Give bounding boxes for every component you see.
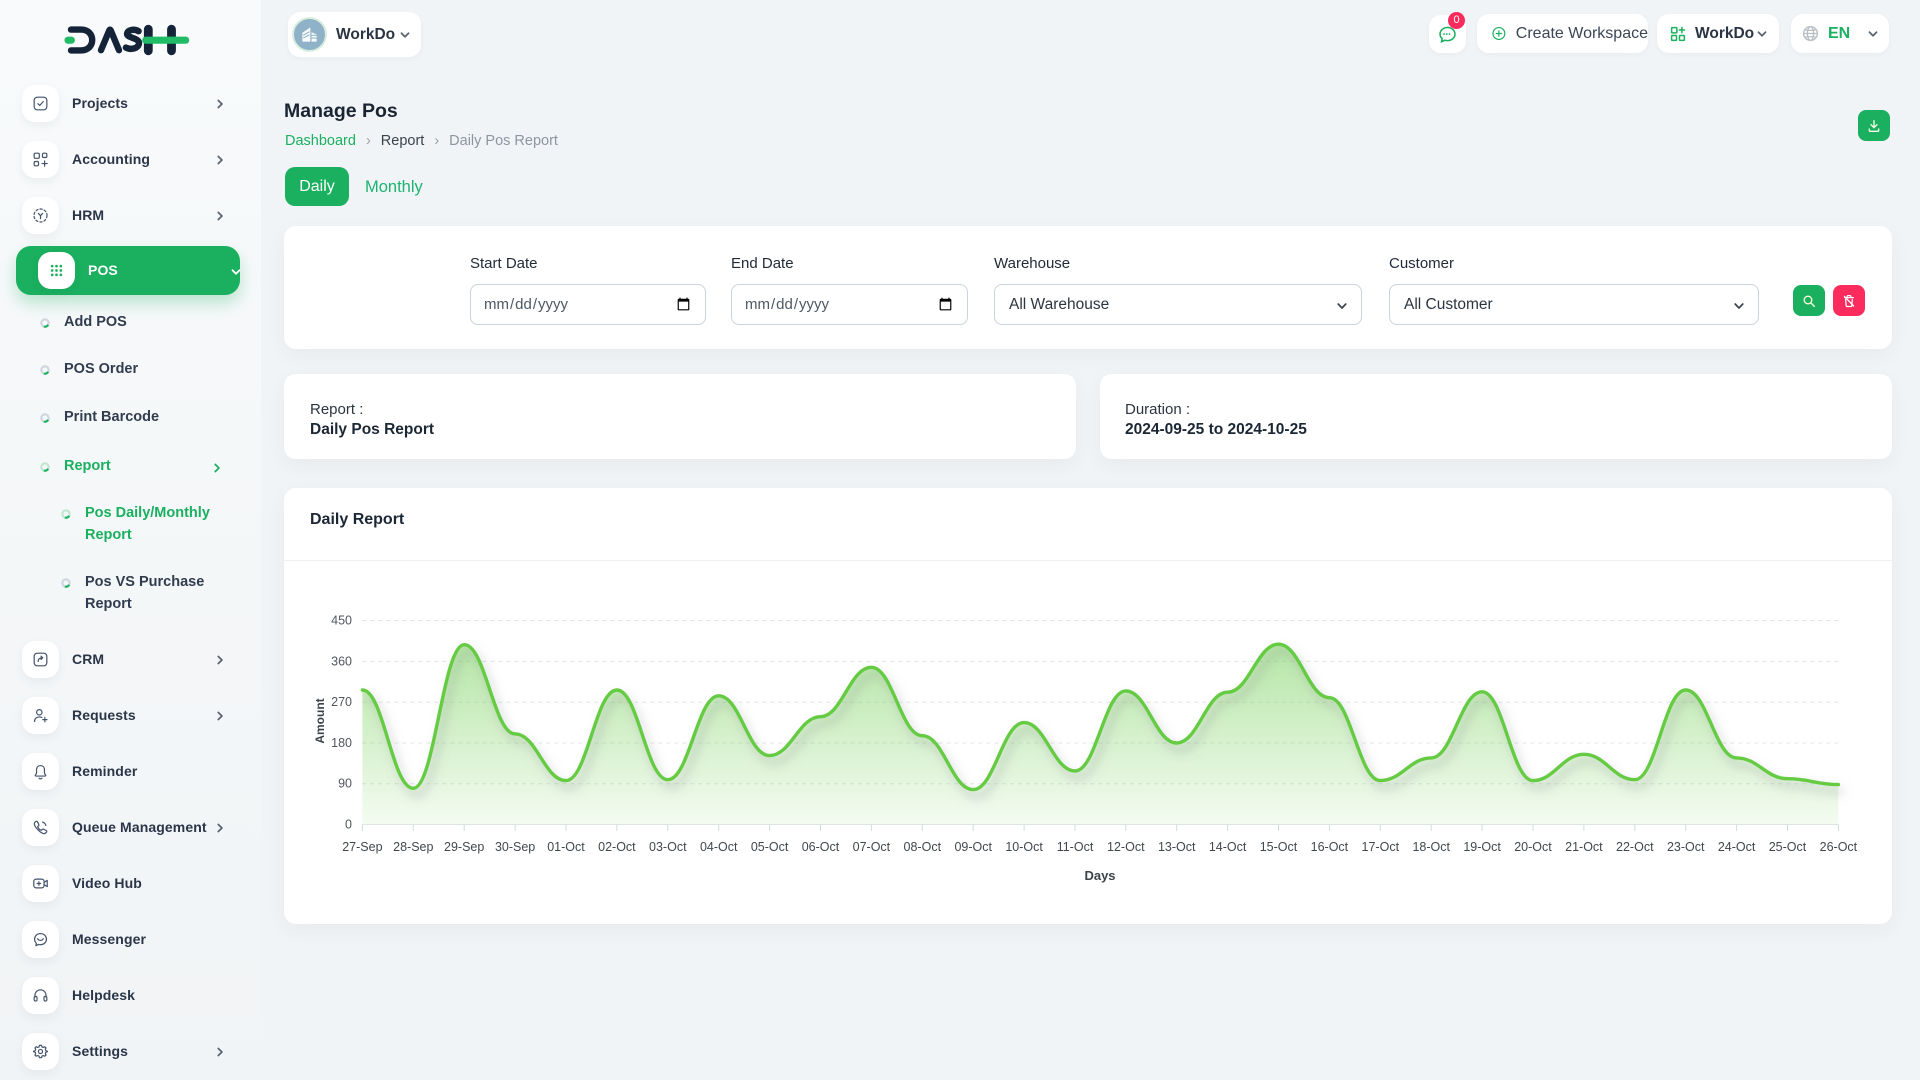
svg-text:01-Oct: 01-Oct — [547, 840, 585, 854]
svg-text:12-Oct: 12-Oct — [1107, 840, 1145, 854]
svg-text:17-Oct: 17-Oct — [1362, 840, 1400, 854]
svg-text:19-Oct: 19-Oct — [1463, 840, 1501, 854]
svg-text:180: 180 — [331, 736, 352, 750]
svg-text:27-Sep: 27-Sep — [342, 840, 382, 854]
svg-text:13-Oct: 13-Oct — [1158, 840, 1196, 854]
svg-text:22-Oct: 22-Oct — [1616, 840, 1654, 854]
svg-text:21-Oct: 21-Oct — [1565, 840, 1603, 854]
svg-text:270: 270 — [331, 695, 352, 709]
svg-text:11-Oct: 11-Oct — [1057, 840, 1094, 854]
svg-text:03-Oct: 03-Oct — [649, 840, 687, 854]
svg-text:24-Oct: 24-Oct — [1718, 840, 1756, 854]
svg-text:450: 450 — [331, 614, 352, 628]
svg-text:25-Oct: 25-Oct — [1769, 840, 1807, 854]
svg-text:16-Oct: 16-Oct — [1311, 840, 1349, 854]
svg-text:360: 360 — [331, 654, 352, 668]
svg-text:09-Oct: 09-Oct — [954, 840, 992, 854]
svg-text:14-Oct: 14-Oct — [1209, 840, 1247, 854]
svg-text:26-Oct: 26-Oct — [1820, 840, 1858, 854]
svg-text:07-Oct: 07-Oct — [853, 840, 891, 854]
svg-text:02-Oct: 02-Oct — [598, 840, 636, 854]
svg-text:0: 0 — [345, 818, 352, 832]
svg-text:05-Oct: 05-Oct — [751, 840, 789, 854]
svg-text:Amount: Amount — [313, 698, 327, 743]
svg-text:10-Oct: 10-Oct — [1005, 840, 1043, 854]
svg-text:06-Oct: 06-Oct — [802, 840, 840, 854]
svg-text:18-Oct: 18-Oct — [1412, 840, 1450, 854]
svg-text:30-Sep: 30-Sep — [495, 840, 535, 854]
svg-text:08-Oct: 08-Oct — [904, 840, 942, 854]
svg-text:29-Sep: 29-Sep — [444, 840, 484, 854]
svg-text:90: 90 — [338, 777, 352, 791]
svg-text:20-Oct: 20-Oct — [1514, 840, 1552, 854]
svg-text:15-Oct: 15-Oct — [1260, 840, 1298, 854]
svg-text:04-Oct: 04-Oct — [700, 840, 738, 854]
svg-text:23-Oct: 23-Oct — [1667, 840, 1705, 854]
svg-text:Days: Days — [1084, 868, 1115, 883]
svg-text:28-Sep: 28-Sep — [393, 840, 433, 854]
